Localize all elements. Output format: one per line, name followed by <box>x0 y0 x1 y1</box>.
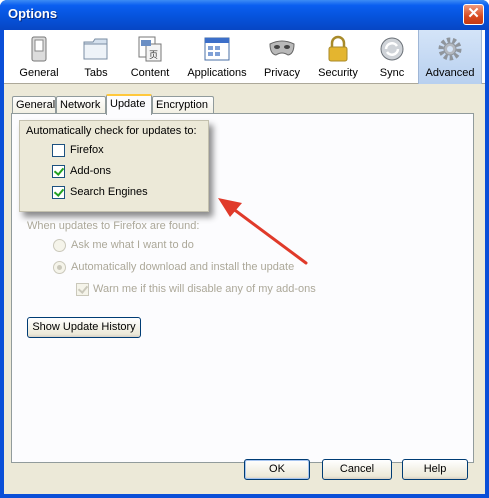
pane-content[interactable]: 页 Content <box>122 30 178 84</box>
addons-checkbox[interactable] <box>52 165 65 178</box>
auto-check-group: Automatically check for updates to: Fire… <box>19 120 209 212</box>
pane-advanced[interactable]: Advanced <box>418 30 482 84</box>
sync-arrows-icon <box>380 37 404 61</box>
close-button[interactable]: ✕ <box>463 4 484 25</box>
general-switch-icon <box>31 36 47 62</box>
ok-button[interactable]: OK <box>244 459 310 480</box>
search-engines-checkbox[interactable] <box>52 186 65 199</box>
ask-me-radio-label: Ask me what I want to do <box>71 239 194 251</box>
tab-network[interactable]: Network <box>56 96 106 114</box>
pane-label: Privacy <box>263 67 301 79</box>
applications-window-icon <box>204 37 230 61</box>
firefox-checkbox-label: Firefox <box>70 144 104 156</box>
privacy-mask-icon <box>269 40 295 56</box>
auto-download-radio[interactable] <box>53 261 66 274</box>
auto-check-heading: Automatically check for updates to: <box>26 125 197 137</box>
tab-update[interactable]: Update <box>106 94 152 115</box>
pane-sync[interactable]: Sync <box>368 30 416 84</box>
pane-applications[interactable]: Applications <box>180 30 254 84</box>
advanced-gear-icon <box>438 37 462 61</box>
svg-text:页: 页 <box>149 50 158 60</box>
pane-label: Applications <box>187 67 247 79</box>
annotation-arrow-icon <box>218 198 308 265</box>
search-engines-checkbox-label: Search Engines <box>70 186 148 198</box>
firefox-checkbox[interactable] <box>52 144 65 157</box>
pane-security[interactable]: Security <box>310 30 366 84</box>
show-update-history-button[interactable]: Show Update History <box>27 317 141 338</box>
ask-me-radio[interactable] <box>53 239 66 252</box>
pane-toolbar: General Tabs 页 Content Applications Priv… <box>4 30 485 84</box>
help-button[interactable]: Help <box>402 459 468 480</box>
security-lock-icon <box>328 35 348 62</box>
tabs-folder-icon <box>83 38 108 60</box>
options-window: Options ✕ General Tabs 页 Content Applica… <box>0 0 489 498</box>
pane-label: Tabs <box>84 67 108 79</box>
when-found-heading: When updates to Firefox are found: <box>27 220 200 232</box>
pane-label: Advanced <box>425 67 475 79</box>
dialog-client: General Tabs 页 Content Applications Priv… <box>4 30 485 494</box>
pane-privacy[interactable]: Privacy <box>256 30 308 84</box>
pane-general[interactable]: General <box>8 30 70 84</box>
tab-general[interactable]: General <box>12 96 56 114</box>
pane-tabs[interactable]: Tabs <box>70 30 122 84</box>
pane-label: General <box>19 67 59 79</box>
pane-label: Content <box>130 67 170 79</box>
tab-encryption[interactable]: Encryption <box>152 96 214 114</box>
pane-label: Sync <box>379 67 405 79</box>
window-title: Options <box>8 6 58 21</box>
warn-addons-checkbox-label: Warn me if this will disable any of my a… <box>93 283 316 295</box>
title-bar[interactable]: Options ✕ <box>0 0 489 30</box>
cancel-button[interactable]: Cancel <box>322 459 392 480</box>
warn-addons-checkbox[interactable] <box>76 283 89 296</box>
pane-label: Security <box>318 67 358 79</box>
content-page-icon: 页 <box>138 36 162 62</box>
addons-checkbox-label: Add-ons <box>70 165 111 177</box>
